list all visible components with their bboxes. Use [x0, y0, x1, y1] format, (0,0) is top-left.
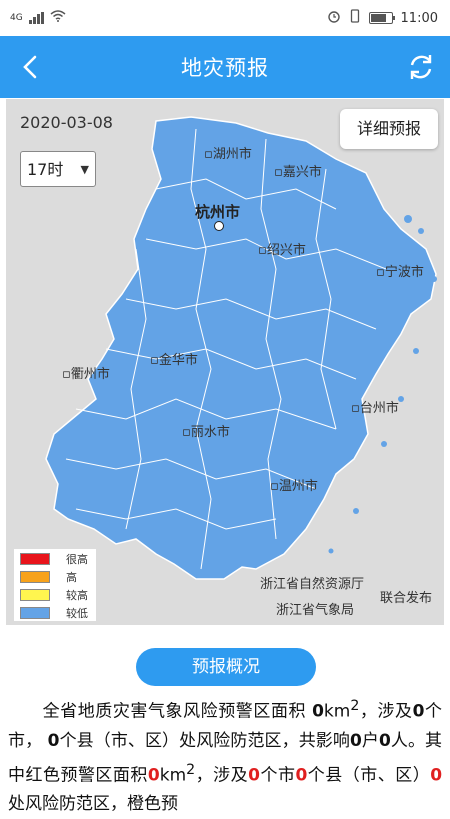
status-left: 4G — [0, 10, 66, 26]
detail-forecast-button[interactable]: 详细预报 — [340, 109, 438, 149]
refresh-icon — [410, 55, 432, 79]
page-title: 地灾预报 — [181, 56, 269, 80]
publisher-1: 浙江省自然资源厅 — [260, 577, 365, 592]
wifi-icon — [50, 10, 66, 26]
dropdown-arrow-icon: ▼ — [80, 163, 89, 176]
city-dot-icon: ▫ — [204, 147, 213, 162]
back-arrow-icon — [23, 55, 37, 79]
back-button[interactable] — [14, 50, 48, 84]
city-label-shaoxing: ▫绍兴市 — [258, 243, 306, 258]
vibrate-icon — [349, 9, 361, 27]
risk-legend: 很高 高 较高 较低 — [14, 549, 96, 621]
legend-label: 很高 — [66, 553, 88, 566]
status-bar: 4G 11:00 — [0, 0, 450, 36]
legend-item: 高 — [14, 569, 96, 585]
legend-swatch — [20, 607, 50, 619]
signal-icon — [28, 12, 44, 24]
legend-swatch — [20, 553, 50, 565]
city-label-lishui: ▫丽水市 — [182, 425, 230, 440]
city-label-ningbo: ▫宁波市 — [376, 265, 424, 280]
forecast-map[interactable]: 2020-03-08 17时 ▼ 详细预报 ▫湖州市 ▫嘉兴市 杭州市 ▫绍兴市… — [6, 99, 444, 625]
legend-item: 较高 — [14, 587, 96, 603]
battery-icon — [368, 12, 395, 24]
city-dot-icon: ▫ — [270, 479, 279, 494]
city-label-jiaxing: ▫嘉兴市 — [274, 165, 322, 180]
province-shape — [45, 116, 437, 580]
publish-label: 联合发布 — [380, 591, 433, 606]
city-label-hangzhou: 杭州市 — [195, 203, 241, 221]
hour-value: 17时 — [27, 160, 64, 179]
legend-item: 很高 — [14, 551, 96, 567]
city-label-jinhua: ▫金华市 — [150, 353, 198, 368]
app-header: 地灾预报 — [0, 36, 450, 98]
status-right: 11:00 — [327, 9, 450, 27]
legend-label: 高 — [66, 571, 77, 584]
alarm-icon — [327, 9, 341, 27]
forecast-date: 2020-03-08 — [20, 113, 113, 132]
city-label-wenzhou: ▫温州市 — [270, 479, 318, 494]
network-label: 4G — [10, 13, 23, 23]
refresh-button[interactable] — [404, 50, 438, 84]
city-dot-icon: ▫ — [351, 401, 360, 416]
city-label-quzhou: ▫衢州市 — [62, 367, 110, 382]
legend-label: 较高 — [66, 589, 88, 602]
city-dot-icon: ▫ — [150, 353, 159, 368]
city-label-huzhou: ▫湖州市 — [204, 147, 252, 162]
legend-swatch — [20, 571, 50, 583]
clock-text: 11:00 — [400, 10, 438, 26]
legend-item: 较低 — [14, 605, 96, 621]
capital-marker-icon — [214, 221, 224, 231]
city-label-taizhou: ▫台州市 — [351, 401, 399, 416]
publisher-2: 浙江省气象局 — [276, 603, 355, 618]
legend-label: 较低 — [66, 607, 88, 620]
forecast-summary-button[interactable]: 预报概况 — [136, 648, 316, 686]
hour-select[interactable]: 17时 ▼ — [20, 151, 96, 187]
city-dot-icon: ▫ — [274, 165, 283, 180]
city-dot-icon: ▫ — [376, 265, 385, 280]
city-dot-icon: ▫ — [182, 425, 191, 440]
city-dot-icon: ▫ — [62, 367, 71, 382]
city-dot-icon: ▫ — [258, 243, 267, 258]
legend-swatch — [20, 589, 50, 601]
